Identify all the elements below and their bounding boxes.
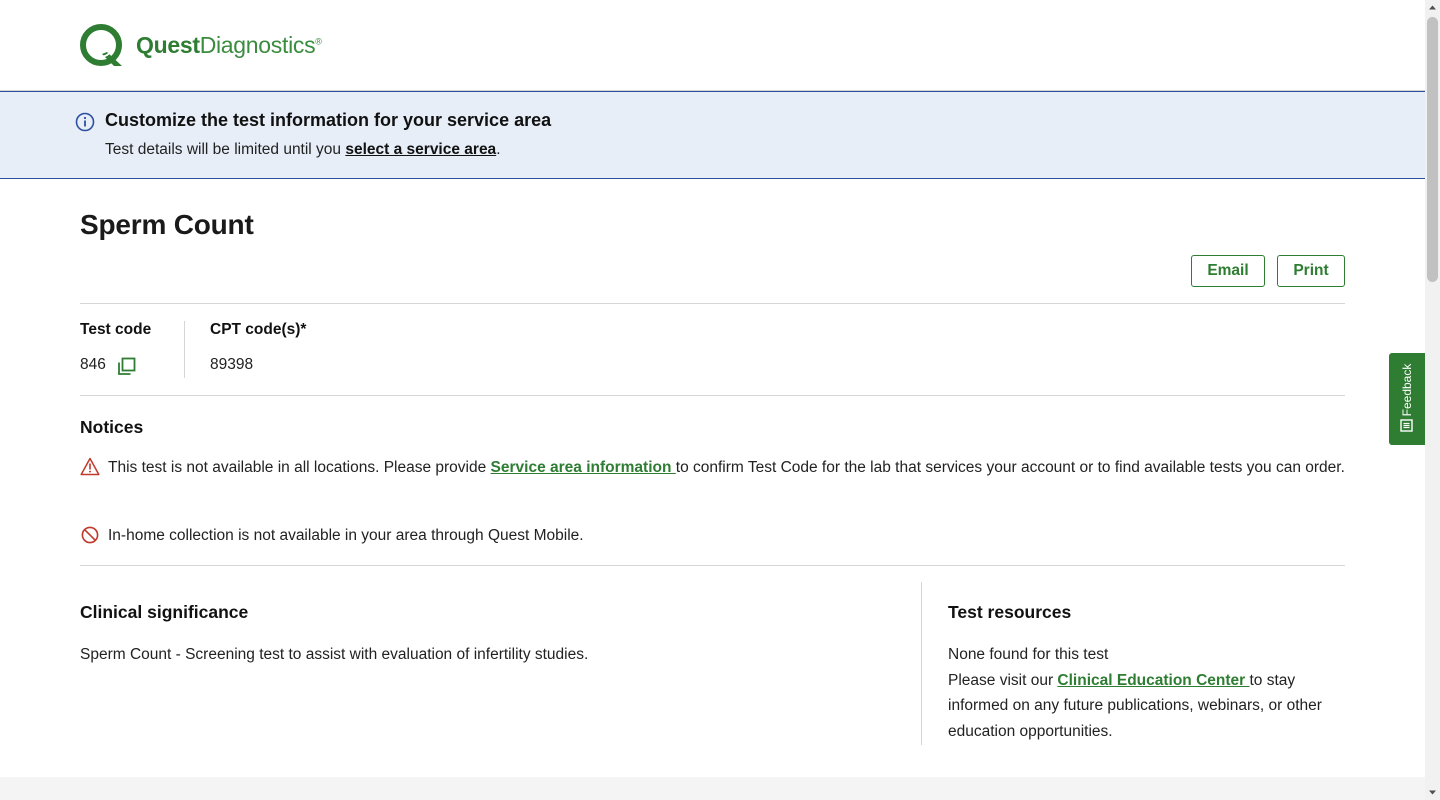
email-button[interactable]: Email — [1191, 255, 1265, 287]
print-button[interactable]: Print — [1277, 255, 1345, 287]
logo-registered-mark: ® — [315, 35, 322, 46]
clinical-education-center-link[interactable]: Clinical Education Center — [1057, 672, 1249, 689]
resources-none-found: None found for this test — [948, 646, 1109, 663]
notice-availability: This test is not available in all locati… — [108, 455, 1345, 481]
copy-icon[interactable] — [117, 357, 136, 376]
service-area-information-link[interactable]: Service area information — [491, 459, 676, 476]
feedback-icon — [1400, 419, 1413, 432]
footer-band — [0, 777, 1425, 800]
notice-in-home-collection: In-home collection is not available in y… — [108, 527, 584, 544]
notices-heading: Notices — [80, 417, 144, 437]
notice-availability-prefix: This test is not available in all locati… — [108, 459, 491, 476]
test-resources-heading: Test resources — [948, 602, 1072, 622]
feedback-tab[interactable]: Feedback — [1389, 353, 1425, 445]
info-icon — [75, 112, 95, 132]
site-header: QuestDiagnostics® — [0, 0, 1425, 91]
column-divider — [921, 582, 922, 745]
scroll-up-icon[interactable] — [1425, 0, 1440, 15]
ban-icon — [81, 526, 99, 544]
select-service-area-link[interactable]: select a service area — [345, 141, 496, 158]
clinical-significance-heading: Clinical significance — [80, 602, 249, 622]
divider — [80, 395, 1345, 396]
scroll-down-icon[interactable] — [1425, 785, 1440, 800]
banner-text: Test details will be limited until you s… — [105, 141, 501, 159]
quest-logo[interactable]: QuestDiagnostics® — [80, 22, 322, 68]
page-title: Sperm Count — [80, 209, 254, 240]
scrollbar-thumb[interactable] — [1427, 17, 1438, 282]
test-code-label: Test code — [80, 321, 152, 338]
banner-title: Customize the test information for your … — [105, 110, 552, 130]
page: QuestDiagnostics® Customize the test inf… — [0, 0, 1425, 800]
notice-availability-suffix: to confirm Test Code for the lab that se… — [675, 459, 1345, 476]
test-code-value: 846 — [80, 356, 106, 373]
clinical-significance-text: Sperm Count - Screening test to assist w… — [80, 646, 589, 663]
logo-word-diagnostics: Diagnostics — [199, 31, 316, 58]
divider — [80, 303, 1345, 304]
cpt-code-value: 89398 — [210, 356, 254, 373]
resources-prefix: Please visit our — [948, 671, 1058, 689]
test-resources-text: None found for this test Please visit ou… — [948, 642, 1345, 745]
page-scrollbar[interactable] — [1425, 0, 1440, 800]
cpt-code-label: CPT code(s)* — [210, 321, 307, 338]
code-divider — [184, 321, 185, 378]
divider — [80, 565, 1345, 566]
banner-text-prefix: Test details will be limited until you — [105, 141, 346, 158]
service-area-banner: Customize the test information for your … — [0, 91, 1425, 179]
logo-word-quest: Quest — [136, 31, 200, 58]
warning-icon — [80, 457, 100, 476]
banner-text-suffix: . — [496, 141, 501, 158]
quest-logo-text: QuestDiagnostics® — [136, 32, 322, 59]
quest-logo-mark-icon — [80, 24, 122, 66]
